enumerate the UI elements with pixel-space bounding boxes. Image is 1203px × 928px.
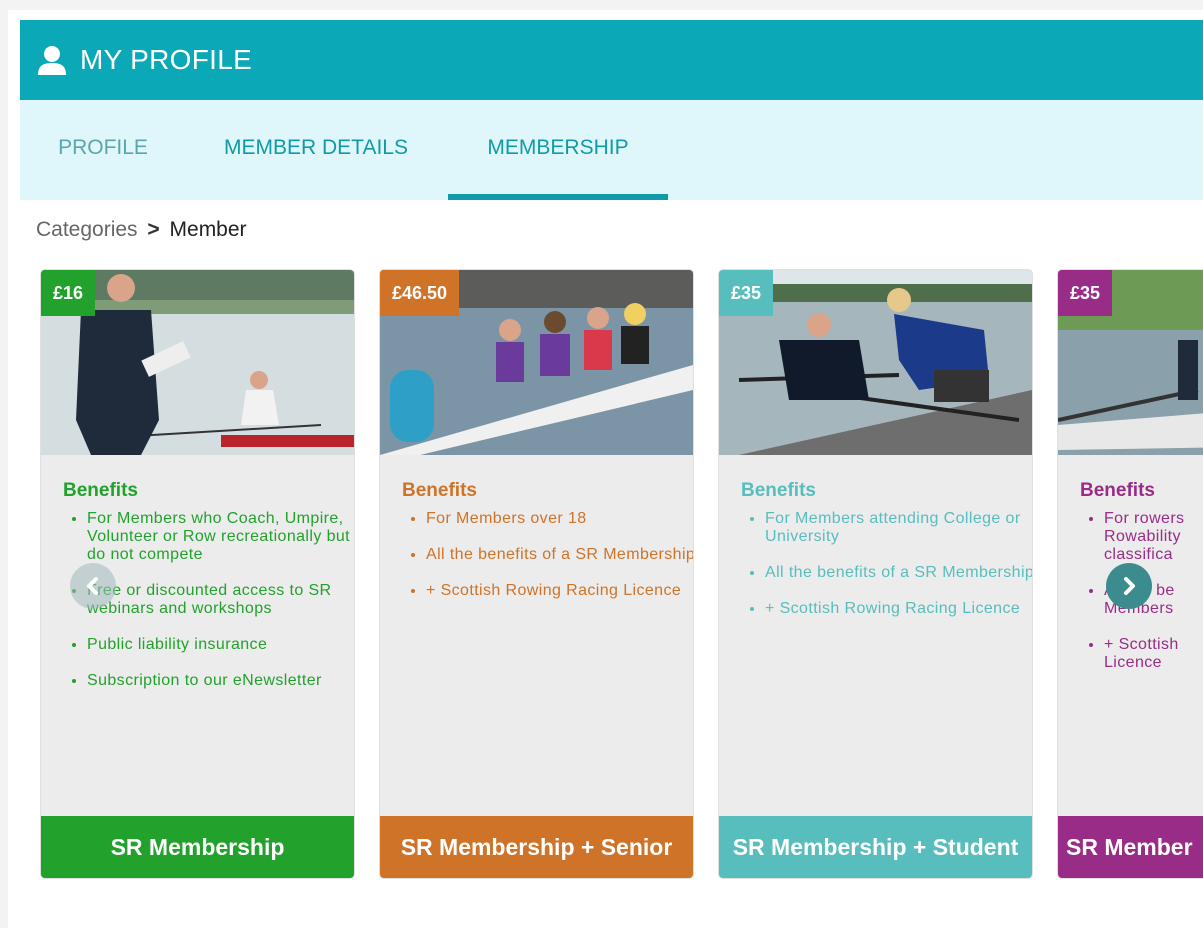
tab-member-details[interactable]: MEMBER DETAILS bbox=[216, 100, 416, 200]
breadcrumb: Categories > Member bbox=[36, 218, 247, 242]
benefits-list: For Members who Coach, Umpire, Volunteer… bbox=[63, 510, 354, 708]
profile-panel: MY PROFILE PROFILE MEMBER DETAILS MEMBER… bbox=[20, 20, 1203, 928]
page-title: MY PROFILE bbox=[80, 44, 253, 75]
benefit-item: Public liability insurance bbox=[87, 636, 354, 654]
select-membership-button[interactable]: SR Member bbox=[1058, 816, 1203, 878]
profile-header: MY PROFILE bbox=[20, 20, 1203, 100]
benefit-item: + Scottish Licence bbox=[1104, 636, 1190, 672]
benefit-item: For rowers Rowability classifica bbox=[1104, 510, 1190, 564]
select-membership-button[interactable]: SR Membership + Student bbox=[719, 816, 1032, 878]
price-badge: £35 bbox=[1058, 270, 1113, 316]
benefit-item: Subscription to our eNewsletter bbox=[87, 672, 354, 690]
benefits-list: For Members attending College or Univers… bbox=[741, 510, 1032, 636]
carousel-prev-button[interactable] bbox=[70, 563, 116, 609]
benefits-list: For Members over 18 All the benefits of … bbox=[402, 510, 693, 618]
benefits-title: Benefits bbox=[741, 480, 816, 501]
price-badge: £46.50 bbox=[380, 270, 460, 316]
benefit-item: + Scottish Rowing Racing Licence bbox=[426, 582, 693, 600]
tab-profile[interactable]: PROFILE bbox=[58, 100, 148, 200]
benefit-item: Free or discounted access to SR webinars… bbox=[87, 582, 354, 618]
membership-card-senior[interactable]: £46.50 Benefits For Members over 18 All … bbox=[380, 270, 693, 878]
price-badge: £35 bbox=[719, 270, 774, 316]
select-membership-button[interactable]: SR Membership bbox=[41, 816, 354, 878]
membership-card-student[interactable]: £35 Benefits For Members attending Colle… bbox=[719, 270, 1032, 878]
profile-tabs: PROFILE MEMBER DETAILS MEMBERSHIP bbox=[20, 100, 1203, 200]
benefit-item: All the benefits of a SR Membership bbox=[765, 564, 1032, 582]
user-icon bbox=[38, 46, 66, 75]
benefit-item: All the benefits of a SR Membership bbox=[426, 546, 693, 564]
breadcrumb-separator: > bbox=[147, 218, 160, 241]
select-membership-button[interactable]: SR Membership + Senior bbox=[380, 816, 693, 878]
benefits-title: Benefits bbox=[1080, 480, 1155, 501]
benefits-title: Benefits bbox=[63, 480, 138, 501]
price-badge: £16 bbox=[41, 270, 96, 316]
breadcrumb-current: Member bbox=[169, 218, 247, 241]
breadcrumb-parent[interactable]: Categories bbox=[36, 218, 138, 241]
chevron-right-icon bbox=[1124, 577, 1135, 595]
page-top-border bbox=[0, 0, 1203, 10]
page-left-border bbox=[0, 0, 8, 928]
active-tab-indicator bbox=[448, 194, 668, 200]
benefit-item: For Members who Coach, Umpire, Volunteer… bbox=[87, 510, 354, 564]
chevron-left-icon bbox=[87, 577, 98, 595]
tab-membership[interactable]: MEMBERSHIP bbox=[448, 100, 668, 200]
benefit-item: For Members attending College or Univers… bbox=[765, 510, 1032, 546]
benefit-item: For Members over 18 bbox=[426, 510, 693, 528]
carousel-next-button[interactable] bbox=[1106, 563, 1152, 609]
benefits-title: Benefits bbox=[402, 480, 477, 501]
benefit-item: + Scottish Rowing Racing Licence bbox=[765, 600, 1032, 618]
page: MY PROFILE PROFILE MEMBER DETAILS MEMBER… bbox=[0, 0, 1203, 928]
